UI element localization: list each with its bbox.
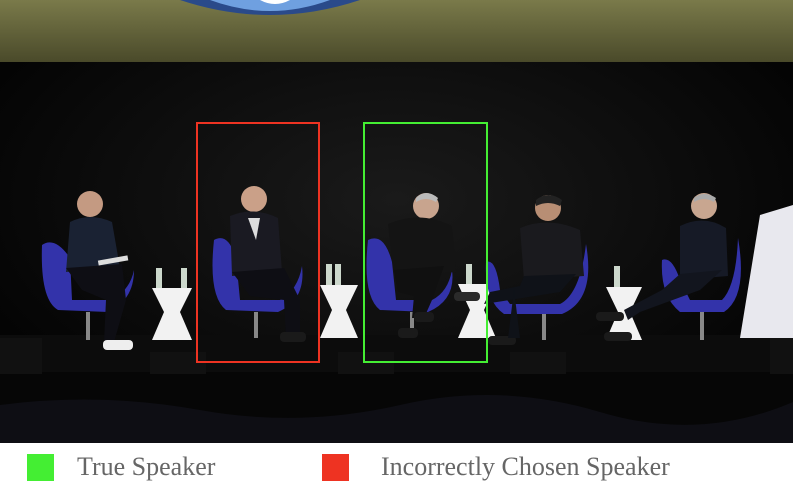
incorrect-speaker-box xyxy=(196,122,320,363)
true-speaker-label: True Speaker xyxy=(77,452,216,481)
projection-screen xyxy=(0,0,793,62)
legend: True Speaker Incorrectly Chosen Speaker xyxy=(0,443,793,489)
incorrect-speaker-label: Incorrectly Chosen Speaker xyxy=(381,452,670,481)
true-speaker-swatch xyxy=(27,454,54,481)
true-speaker-box xyxy=(363,122,488,363)
incorrect-speaker-swatch xyxy=(322,454,349,481)
